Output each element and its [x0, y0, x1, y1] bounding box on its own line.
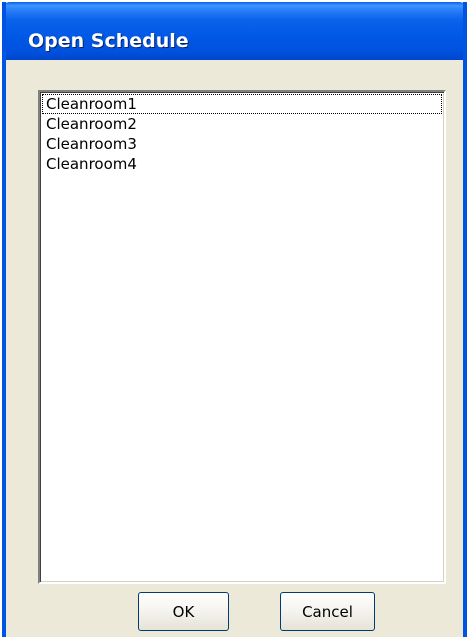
- title-bar[interactable]: Open Schedule: [6, 2, 463, 60]
- list-item-cleanroom2[interactable]: Cleanroom2: [42, 114, 442, 134]
- cancel-button[interactable]: Cancel: [280, 592, 375, 631]
- dialog-title: Open Schedule: [28, 30, 189, 52]
- list-item-cleanroom4[interactable]: Cleanroom4: [42, 154, 442, 174]
- ok-button[interactable]: OK: [138, 592, 229, 631]
- schedule-listbox[interactable]: Cleanroom1 Cleanroom2 Cleanroom3 Cleanro…: [38, 90, 446, 584]
- open-schedule-dialog: Open Schedule Cleanroom1 Cleanroom2 Clea…: [2, 2, 467, 637]
- list-item-cleanroom3[interactable]: Cleanroom3: [42, 134, 442, 154]
- list-item-cleanroom1[interactable]: Cleanroom1: [42, 94, 442, 114]
